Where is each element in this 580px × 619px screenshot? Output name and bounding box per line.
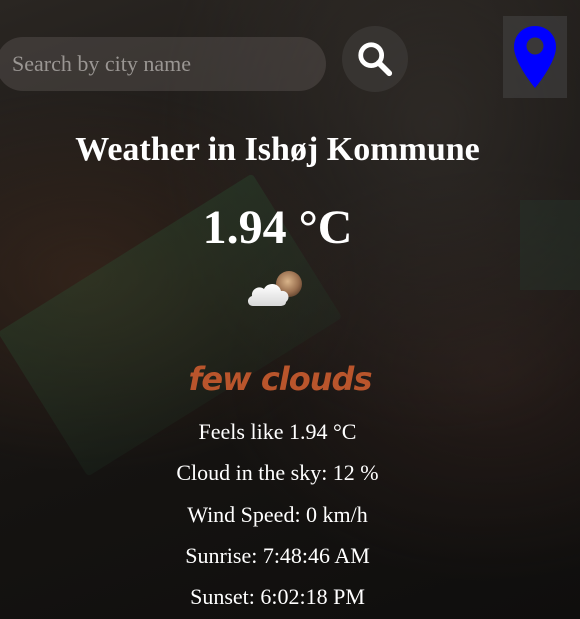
weather-description: few clouds xyxy=(188,360,373,398)
search-button[interactable] xyxy=(342,26,408,92)
sunset-text: Sunset: 6:02:18 PM xyxy=(190,584,365,609)
map-pin-icon xyxy=(514,26,556,88)
sunrise-text: Sunrise: 7:48:46 AM xyxy=(185,543,370,568)
few-clouds-icon xyxy=(247,271,302,306)
feels-like-text: Feels like 1.94 °C xyxy=(198,419,357,444)
wind-speed-text: Wind Speed: 0 km/h xyxy=(187,502,368,527)
cloud-coverage-text: Cloud in the sky: 12 % xyxy=(176,460,379,485)
weather-title: Weather in Ishøj Kommune xyxy=(75,131,480,168)
temperature-value: 1.94 °C xyxy=(202,201,353,254)
search-icon xyxy=(358,42,393,77)
current-location-button[interactable] xyxy=(503,16,567,98)
city-search-input[interactable] xyxy=(0,37,326,91)
